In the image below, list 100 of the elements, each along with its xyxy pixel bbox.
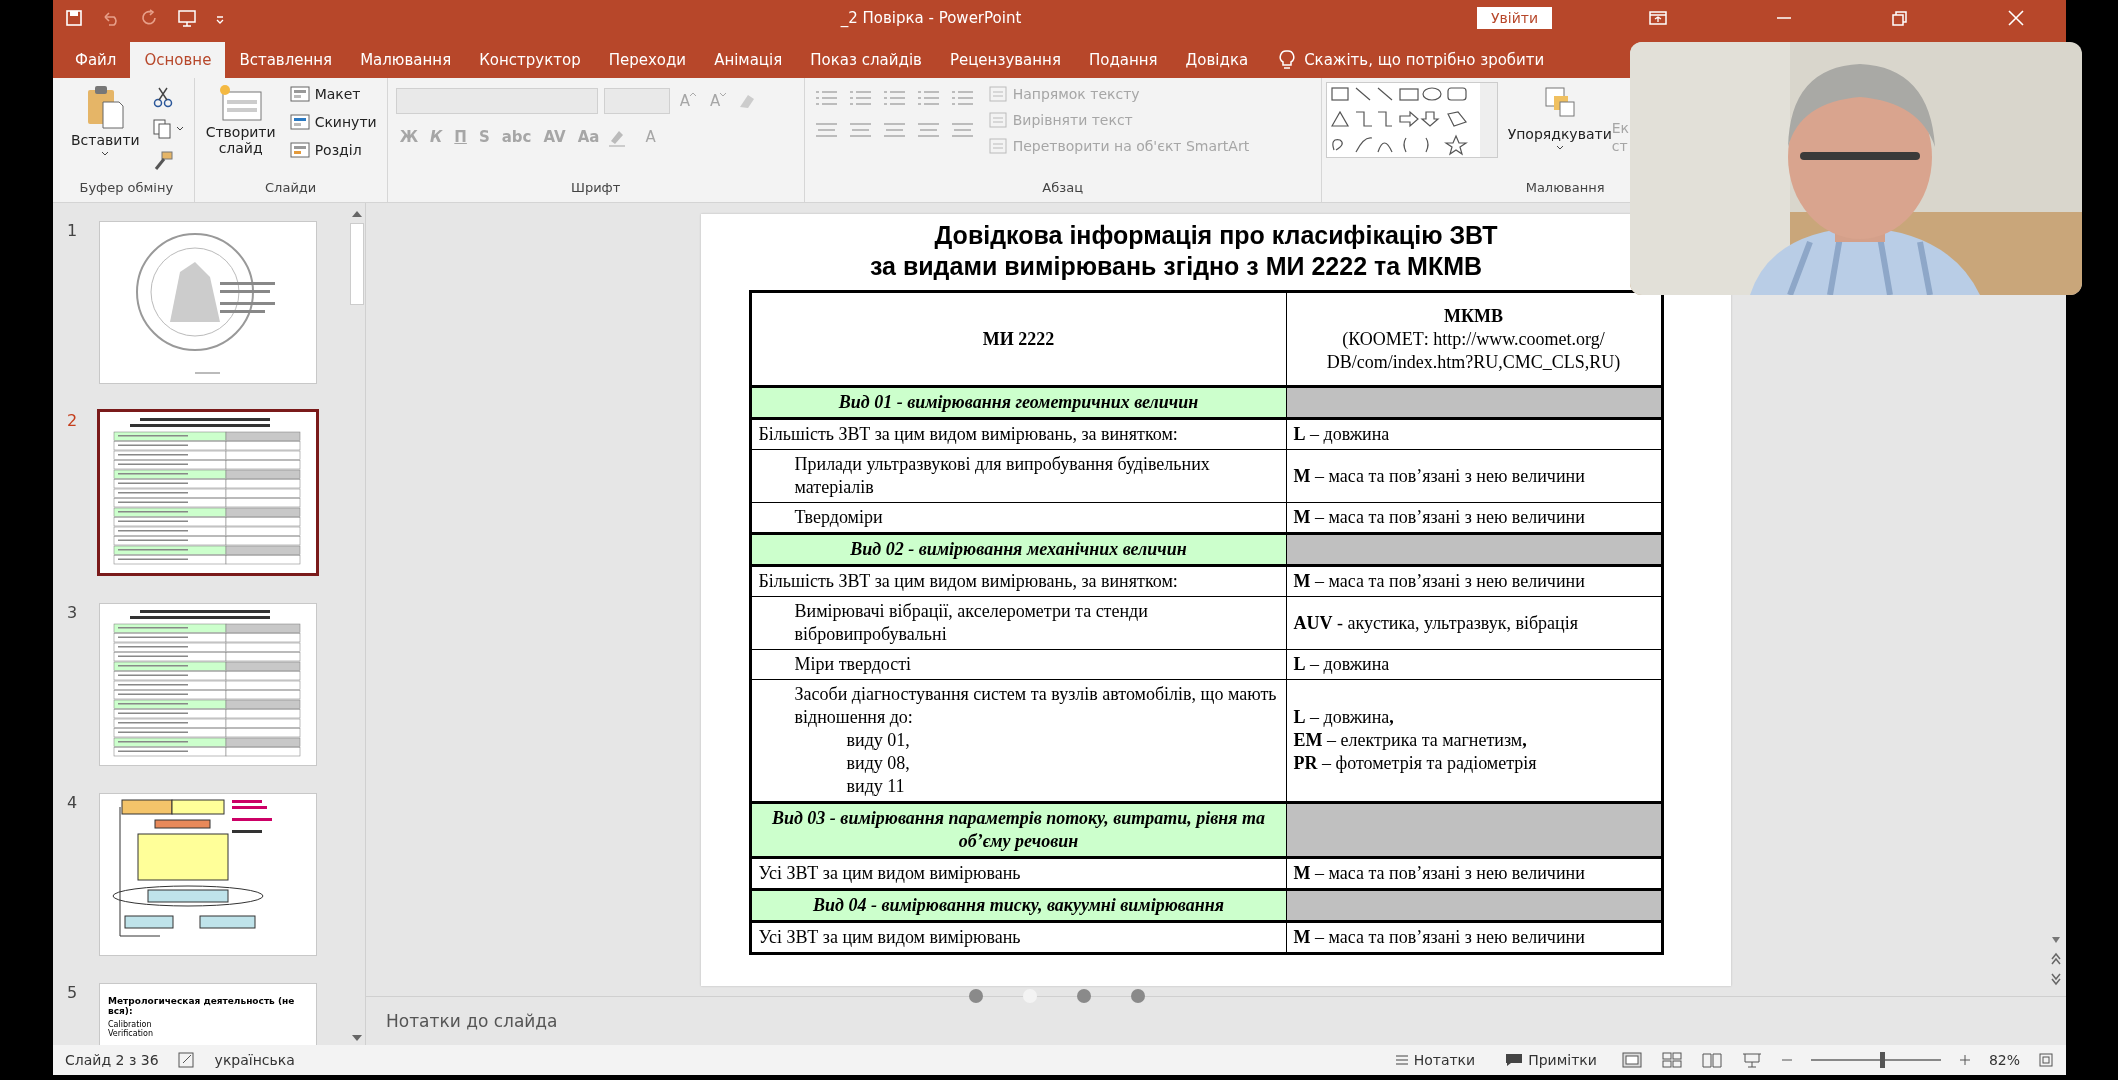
ribbon-tab[interactable]: Конструктор [465,42,595,78]
table-cell-text: L – довжина [1293,423,1391,446]
slide-number: 1 [67,221,79,240]
group-label: Абзац [1041,180,1084,197]
tell-me-field[interactable]: Скажіть, що потрібно зробити [1304,51,1545,69]
caret-icon[interactable] [1554,144,1565,152]
slide-command[interactable]: Скинути [286,110,379,134]
notes-icon[interactable] [1394,1054,1409,1066]
table-cell-text: Усі ЗВТ за цим видом вимірювань [758,926,1022,949]
table-cell-text: Усі ЗВТ за цим видом вимірювань [758,862,1022,885]
slide-number: 2 [67,411,79,430]
slide-number: 5 [67,983,79,1002]
copy-icon[interactable] [151,118,186,140]
group-label: Шрифт [570,180,622,197]
slide-thumbnail[interactable]: Метрологическая деятельность (не вся): Calibration Verification [99,983,317,1045]
close-icon[interactable] [2006,8,2026,27]
section-icon[interactable] [288,140,311,160]
ribbon-tab[interactable]: Малювання [346,42,466,78]
table-cell-text: виду 01, [845,729,911,752]
ribbon-tab[interactable]: Файл [61,42,131,78]
ribbon-display-icon[interactable] [1648,8,1668,27]
slide-thumbnail[interactable] [97,409,319,576]
group-label: Буфер обміну [78,180,175,197]
ribbon-tab[interactable]: Основне [130,42,226,78]
slide-command[interactable]: Розділ [286,138,379,162]
notes-placeholder[interactable]: Нотатки до слайда [386,1011,558,1031]
column-header: МКМВ [1442,304,1504,328]
table-cell-text: M – маса та пов’язані з нею величини [1293,926,1586,949]
slide-text: Verification [107,1029,154,1038]
table-cell-text: AUV - акустика, ультразвук, вібрація [1293,611,1579,635]
ribbon-tab[interactable]: Переходи [594,42,701,78]
slide-text: Calibration [107,1020,153,1029]
column-header: МИ 2222 [982,328,1055,349]
ribbon-tab[interactable]: Довідка [1171,42,1263,78]
new-slide-button[interactable]: Створити слайд [202,82,279,158]
shapes-gallery-icon[interactable] [1325,82,1498,158]
font-size-field[interactable] [603,88,670,114]
fit-to-window-icon[interactable] [2038,1052,2054,1068]
comments-button[interactable]: Примітки [1499,1051,1603,1069]
redo-icon[interactable] [141,8,159,27]
slide-counter: Слайд 2 з 36 [65,1052,159,1068]
section-heading: Вид 02 - вимірювання механічних величин [750,533,1286,566]
save-icon[interactable] [65,8,83,27]
zoom-level[interactable]: 82% [1988,1052,2020,1068]
section-heading: Вид 04 - вимірювання тиску, вакуумні вимірювання [750,889,1286,922]
scrollbar-thumb[interactable] [349,223,364,305]
caret-icon[interactable] [100,150,111,158]
ribbon-tab[interactable]: Подання [1074,42,1172,78]
notes-button[interactable]: Нотатки [1388,1051,1482,1069]
slide-title: за видами вимірювань згідно з МИ 2222 та МКМВ [869,251,1484,282]
restore-icon[interactable] [1890,8,1910,27]
layout-icon[interactable] [288,84,311,104]
slide-command[interactable]: Макет [286,82,379,106]
slideshow-icon[interactable] [177,8,197,27]
section-heading: Вид 01 - вимірювання геометричних величин [750,386,1286,419]
table-cell-text: Засоби діагностування систем та вузлів автомобілів, що мають відношення до: [793,683,1278,729]
slide-title: Довідкова інформація про класифікацію ЗВТ [933,220,1499,251]
normal-view-icon[interactable] [1620,1051,1643,1069]
quick-styles-label: ст [1611,138,1629,154]
table-cell-text: Вимірювачі вібрації, акселерометри та стенди вібровипробувальні [793,600,1149,646]
table-cell-text: M – маса та пов’язані з нею величини [1293,506,1586,529]
next-slide-icon[interactable] [2050,972,2062,986]
paste-button[interactable]: Вставити [67,82,144,160]
caret-up-icon [689,92,696,97]
ribbon-tab[interactable]: Анімація [700,42,797,78]
reset-icon[interactable] [288,112,311,132]
table-cell-text: Більшість ЗВТ за цим видом вимірювань, за винятком: [758,570,1179,593]
caret-down-icon [720,92,727,97]
lightbulb-icon[interactable] [1278,49,1297,71]
column-header: DB/com/index.htm?RU,CMC_CLS,RU) [1325,350,1622,374]
group-label: Малювання [1524,180,1606,197]
pager-dot[interactable] [1077,989,1091,1003]
window-title: _2 Повірка - PowerPoint [839,8,1023,27]
table-cell-text: M – маса та пов’язані з нею величини [1293,464,1586,488]
table-cell-text: Міри твердості [793,653,913,676]
zoom-in-icon[interactable] [1958,1054,1971,1066]
table-cell-text: PR – фотометрія та радіометрія [1293,752,1538,775]
comment-icon[interactable] [1505,1053,1524,1067]
pager-dot[interactable] [969,989,983,1003]
ribbon-tab[interactable]: Рецензування [935,42,1075,78]
ribbon-tab[interactable]: Вставлення [225,42,347,78]
ribbon-tab[interactable]: Показ слайдів [796,42,936,78]
zoom-slider-thumb[interactable] [1879,1052,1885,1068]
cut-icon[interactable] [151,86,174,108]
reading-view-icon[interactable] [1700,1051,1723,1069]
pager-dot[interactable] [1023,989,1037,1003]
language-label[interactable]: українська [214,1052,295,1068]
slide-sorter-icon[interactable] [1660,1051,1683,1069]
sign-in-button[interactable]: Увійти [1476,6,1552,29]
pager-dot[interactable] [1131,989,1145,1003]
arrange-button[interactable]: Упорядкувати [1507,82,1612,154]
table-cell-text: Твердоміри [793,506,884,529]
table-cell-text: L – довжина, [1293,706,1395,729]
slideshow-icon[interactable] [1740,1051,1763,1069]
clipboard-icon[interactable] [85,84,126,130]
table-cell-text: EM – електрика та магнетизм, [1293,729,1528,752]
quick-styles-label: Ек [1611,120,1630,136]
spelling-icon[interactable] [176,1051,197,1069]
previous-slide-icon[interactable] [2050,952,2062,966]
slide-number: 3 [67,603,79,622]
